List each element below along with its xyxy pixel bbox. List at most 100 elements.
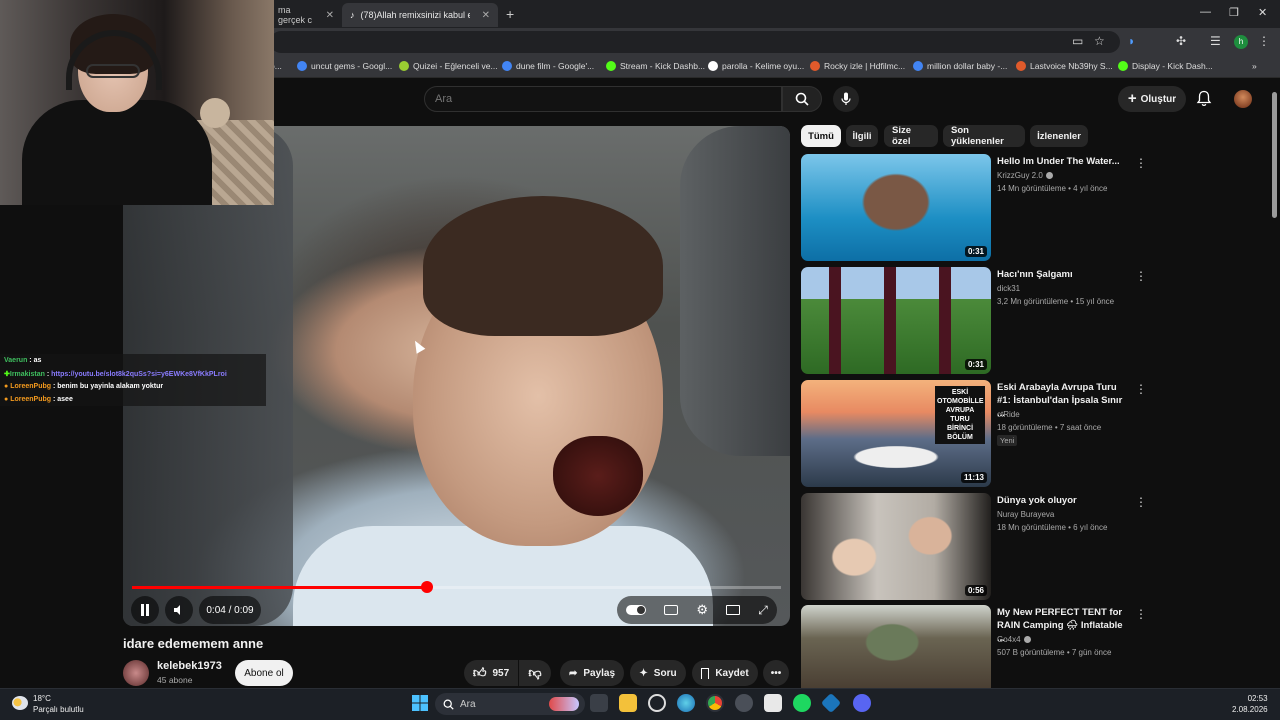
recommended-channel[interactable]: Nuray Burayeva [997,510,1054,519]
fullscreen-icon[interactable]: ⤢ [758,603,768,618]
chip-watched[interactable]: İzlenenler [1030,125,1088,147]
windows-start-icon[interactable] [411,694,429,712]
favicon-icon [399,61,409,71]
bookmark-item[interactable]: Quizei - Eğlenceli ve... [399,61,498,71]
obs-icon[interactable] [735,694,753,712]
favicon-icon [297,61,307,71]
recommended-video[interactable]: ESKİ OTOMOBİLLE AVRUPA TURU BİRİNCİ BÖLÜ… [801,380,1161,488]
notifications-button[interactable] [1196,90,1212,112]
video-thumbnail[interactable]: 0:56 [801,493,991,600]
more-vertical-icon[interactable]: ⋮ [1135,607,1147,621]
file-explorer-icon[interactable] [619,694,637,712]
edge-icon[interactable] [677,694,695,712]
extension-audio-icon[interactable]: ◗ [1128,34,1135,48]
recommended-channel[interactable]: KrizzGuy 2.0 [997,171,1053,180]
address-bar[interactable] [270,31,1120,53]
cast-icon[interactable]: ▭ [1072,34,1083,48]
tab-previous[interactable]: ma gerçek c ✕ [270,3,342,27]
more-icon[interactable]: ⋮ [1258,34,1270,48]
recommended-video[interactable]: 0:31 Hello Im Under The Water... KrizzGu… [801,154,1161,262]
taskbar-search[interactable]: Ara [435,693,585,715]
recommended-channel[interactable]: ctRide [997,410,1020,419]
video-thumbnail[interactable]: 0:31 [801,154,991,261]
recommended-channel[interactable]: Go4x4 [997,635,1031,644]
extensions-icon[interactable]: ✣ [1176,34,1186,48]
autoplay-toggle-icon[interactable] [626,605,647,615]
scrollbar-thumb[interactable] [1272,92,1277,218]
tab-active[interactable]: ♪ (78)Allah remixsinizi kabul etsin ✕ [342,3,498,27]
like-button[interactable]: 👍︎ 957 [464,660,518,686]
recommended-title[interactable]: Hacı'nın Şalgamı [997,268,1129,281]
bookmark-item[interactable]: parolla - Kelime oyu... [708,61,804,71]
channel-name[interactable]: kelebek1973 [157,660,222,672]
system-clock[interactable]: 02:53 2.08.2026 [1232,693,1268,715]
spotify-icon[interactable] [793,694,811,712]
pause-button[interactable] [131,596,159,624]
subtitles-icon[interactable] [664,605,679,615]
profile-avatar[interactable]: h [1234,35,1248,49]
recommended-video[interactable]: My New PERFECT TENT for RAIN Camping 🌧 I… [801,605,1161,688]
bookmark-item[interactable]: uncut gems - Googl... [297,61,392,71]
chat-text: https://youtu.be/slot8k2quSs?si=y6EWKe8V… [51,371,227,378]
create-button[interactable]: + Oluştur [1118,86,1186,112]
search-box[interactable] [424,86,782,112]
restore-icon[interactable]: ❐ [1229,6,1239,19]
channel-avatar[interactable] [123,660,149,686]
more-vertical-icon[interactable]: ⋮ [1135,269,1147,283]
more-vertical-icon[interactable]: ⋮ [1135,382,1147,396]
close-icon[interactable]: ✕ [482,10,490,21]
account-avatar[interactable] [1234,90,1252,108]
recommended-title[interactable]: Dünya yok oluyor [997,494,1129,507]
discord-icon[interactable] [853,694,871,712]
page-scrollbar[interactable] [1270,80,1280,690]
share-button[interactable]: ➦ Paylaş [560,660,624,686]
chatgpt-icon[interactable] [648,694,666,712]
weather-widget[interactable]: 18°C Parçalı bulutlu [33,693,84,715]
chip-recent[interactable]: Son yüklenenler [943,125,1025,147]
more-actions-button[interactable]: ••• [763,660,789,686]
bookmark-item[interactable]: dune film - Google'... [502,61,594,71]
recommended-channel[interactable]: dick31 [997,284,1020,293]
bookmark-item[interactable]: million dollar baby -... [913,61,1007,71]
video-thumbnail[interactable] [801,605,991,688]
search-button[interactable] [782,86,822,112]
video-thumbnail[interactable]: ESKİ OTOMOBİLLE AVRUPA TURU BİRİNCİ BÖLÜ… [801,380,991,487]
new-tab-button[interactable]: + [506,6,514,22]
bookmark-star-icon[interactable]: ☆ [1094,34,1105,48]
recommended-video[interactable]: 0:56 Dünya yok oluyor Nuray Burayeva 18 … [801,493,1161,601]
more-bookmarks-icon[interactable]: » [1252,61,1257,71]
recommended-video[interactable]: 0:31 Hacı'nın Şalgamı dick31 3,2 Mn görü… [801,267,1161,375]
chip-all[interactable]: Tümü [801,125,841,147]
bookmark-label: Rocky izle | Hdfilmc... [824,61,906,71]
close-icon[interactable]: ✕ [326,10,334,21]
video-thumbnail[interactable]: 0:31 [801,267,991,374]
ask-button[interactable]: ✦ Soru [630,660,686,686]
more-vertical-icon[interactable]: ⋮ [1135,495,1147,509]
chrome-icon[interactable] [706,694,724,712]
more-vertical-icon[interactable]: ⋮ [1135,156,1147,170]
search-input[interactable] [425,87,781,111]
recommended-title[interactable]: Hello Im Under The Water... [997,155,1129,168]
minimize-icon[interactable]: — [1200,6,1211,18]
tab-label: ma gerçek c [278,5,313,25]
notepad-icon[interactable] [764,694,782,712]
volume-button[interactable] [165,596,193,624]
chat-message: Vaerun : as [4,357,42,364]
bookmark-item[interactable]: Display - Kick Dash... [1118,61,1213,71]
dislike-button[interactable]: 👎︎ [519,660,551,686]
chip-for-you[interactable]: Size özel [884,125,938,147]
chip-related[interactable]: İlgili [846,125,878,147]
task-view-icon[interactable] [590,694,608,712]
weather-partly-cloudy-icon[interactable] [12,696,28,710]
subscribe-button[interactable]: Abone ol [235,660,293,686]
settings-gear-icon[interactable]: ⚙ [696,602,708,618]
close-window-icon[interactable]: ✕ [1258,6,1267,19]
save-button[interactable]: Kaydet [692,660,758,686]
voice-search-button[interactable] [833,86,859,112]
theater-mode-icon[interactable] [726,605,741,615]
bookmark-item[interactable]: Lastvoice Nb39hy S... [1016,61,1113,71]
bookmark-item[interactable]: Stream - Kick Dashb... [606,61,705,71]
reading-list-icon[interactable]: ☰ [1210,34,1221,48]
bookmark-item[interactable]: Rocky izle | Hdfilmc... [810,61,905,71]
video-progress-bar[interactable] [132,581,781,593]
